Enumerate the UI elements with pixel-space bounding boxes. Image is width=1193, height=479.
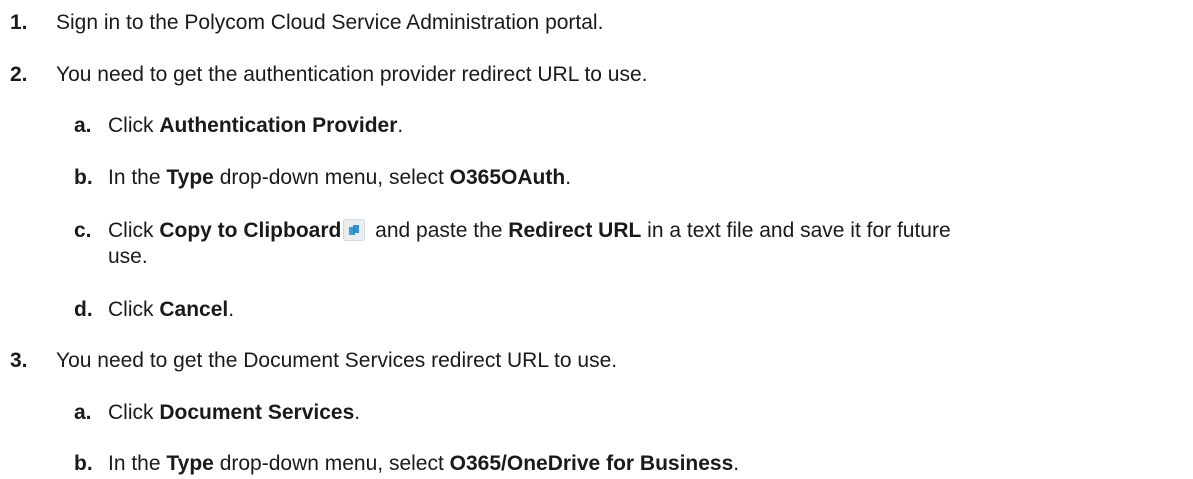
ui-term: O365OAuth <box>449 166 566 189</box>
step-1: 1. Sign in to the Polycom Cloud Service … <box>10 10 1183 36</box>
substep-text-continuation: use. <box>108 245 148 268</box>
ui-term: Copy to Clipboard <box>159 219 342 242</box>
step-text: You need to get the Document Services re… <box>56 349 618 372</box>
ui-term: Authentication Provider <box>159 114 398 137</box>
step-text: Sign in to the Polycom Cloud Service Adm… <box>56 11 604 34</box>
step-number: 3. <box>10 349 28 372</box>
step-number: 1. <box>10 11 28 34</box>
substep-3a: a. Click Document Services. <box>74 400 1183 426</box>
substep-2a: a. Click Authentication Provider. <box>74 113 1183 139</box>
substep-text: Click Cancel. <box>108 298 235 321</box>
copy-to-clipboard-icon <box>343 219 366 241</box>
ui-term: O365/OneDrive for Business <box>449 452 734 475</box>
substep-text: In the Type drop-down menu, select O365O… <box>108 166 572 189</box>
substep-2c: c. Click Copy to Clipboard and paste the… <box>74 218 1183 270</box>
step-text: You need to get the authentication provi… <box>56 63 648 86</box>
step-2: 2. You need to get the authentication pr… <box>10 62 1183 88</box>
ui-term: Cancel <box>159 298 229 321</box>
substep-letter: c. <box>74 219 92 242</box>
substep-text: Click Copy to Clipboard and paste the Re… <box>108 219 951 242</box>
substep-3b: b. In the Type drop-down menu, select O3… <box>74 451 1183 477</box>
instruction-document: 1. Sign in to the Polycom Cloud Service … <box>0 0 1193 479</box>
substep-text: Click Document Services. <box>108 401 361 424</box>
substep-letter: b. <box>74 166 93 189</box>
ui-term: Type <box>166 166 214 189</box>
ui-term: Redirect URL <box>508 219 642 242</box>
substep-letter: a. <box>74 114 92 137</box>
step-number: 2. <box>10 63 28 86</box>
ui-term: Type <box>166 452 214 475</box>
substep-2b: b. In the Type drop-down menu, select O3… <box>74 165 1183 191</box>
substep-letter: b. <box>74 452 93 475</box>
substep-letter: d. <box>74 298 93 321</box>
substep-2d: d. Click Cancel. <box>74 297 1183 323</box>
ui-term: Document Services <box>159 401 355 424</box>
step-3: 3. You need to get the Document Services… <box>10 348 1183 374</box>
substep-letter: a. <box>74 401 92 424</box>
substep-text: In the Type drop-down menu, select O365/… <box>108 452 740 475</box>
substep-text: Click Authentication Provider. <box>108 114 404 137</box>
